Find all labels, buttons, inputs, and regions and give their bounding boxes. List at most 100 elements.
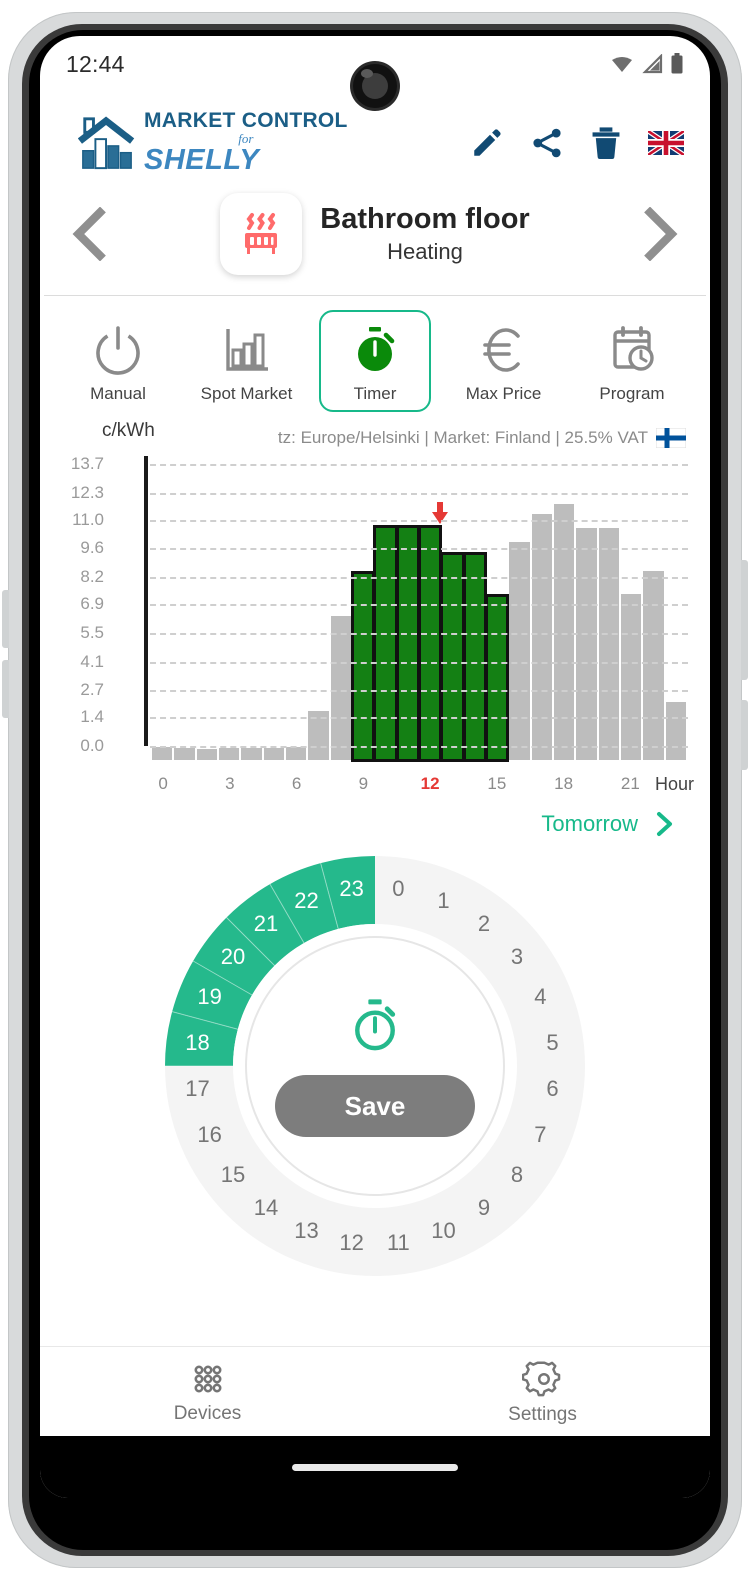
chart-bar[interactable] — [643, 570, 664, 760]
dial-hour-label[interactable]: 2 — [478, 911, 490, 937]
dial-hour-label[interactable]: 3 — [511, 944, 523, 970]
phone-volume-button[interactable] — [741, 560, 748, 680]
tab-program-label: Program — [599, 384, 665, 403]
dial-hour-label[interactable]: 0 — [392, 876, 404, 902]
nav-item-devices[interactable]: Devices — [40, 1359, 375, 1425]
wifi-icon — [612, 57, 632, 72]
chart-y-tick: 2.7 — [80, 680, 104, 700]
phone-power-button[interactable] — [741, 700, 748, 770]
dial-hour-label[interactable]: 1 — [437, 888, 449, 914]
prev-device-button[interactable] — [64, 207, 118, 261]
phone-side-button[interactable] — [2, 590, 9, 648]
chart-bar[interactable] — [417, 502, 449, 762]
gear-icon — [521, 1361, 560, 1396]
logo-line-1: MARKET CONTROL — [144, 109, 348, 132]
chart-gridline — [150, 746, 688, 748]
chart-bar[interactable] — [462, 552, 487, 762]
home-indicator[interactable] — [292, 1463, 458, 1471]
chart-market-info: tz: Europe/Helsinki | Market: Finland | … — [278, 428, 686, 448]
dial-hour-label[interactable]: 17 — [185, 1076, 209, 1102]
tomorrow-link[interactable]: Tomorrow — [40, 802, 710, 838]
chart-bar[interactable] — [620, 594, 642, 760]
dial-hour-label[interactable]: 16 — [197, 1122, 221, 1148]
chart-plot-area: 13.7 12.3 11.0 9.6 8.2 6.9 5.5 4.1 2.7 1.4 0.0 — [40, 454, 710, 768]
edit-icon[interactable] — [470, 126, 504, 160]
tomorrow-label: Tomorrow — [541, 811, 638, 836]
chart-bar[interactable] — [373, 525, 398, 762]
device-icon-tile[interactable] — [220, 193, 303, 275]
dial-hour-label[interactable]: 7 — [534, 1122, 546, 1148]
chart-bar[interactable] — [196, 748, 217, 760]
chart-bar[interactable] — [665, 702, 686, 760]
share-icon[interactable] — [530, 126, 564, 160]
chart-bar[interactable] — [576, 528, 597, 760]
dial-hour-label[interactable]: 11 — [387, 1230, 410, 1256]
dial-hour-label[interactable]: 21 — [254, 911, 278, 937]
euro-icon — [482, 328, 520, 372]
nav-item-settings-label: Settings — [508, 1403, 577, 1425]
dial-hour-label[interactable]: 13 — [294, 1218, 318, 1244]
chart-y-unit: c/kWh — [102, 420, 155, 441]
finland-flag-icon — [656, 428, 686, 448]
next-device-button[interactable] — [632, 207, 686, 261]
dial-hour-label[interactable]: 8 — [511, 1162, 523, 1188]
chart-bar[interactable] — [484, 594, 510, 762]
chart-y-axis: 13.7 12.3 11.0 9.6 8.2 6.9 5.5 4.1 2.7 1.4 0.0 — [40, 454, 146, 768]
dial-hour-label[interactable]: 15 — [221, 1162, 245, 1188]
timer-dial[interactable]: 0 1 2 3 4 5 6 7 8 9 10 11 12 13 14 15 16 17 18 19 20 21 22 23 S… — [165, 856, 585, 1276]
chart-bar[interactable] — [598, 528, 619, 760]
mode-tabs: Manual Spot Market Timer Max Price Progr… — [40, 296, 710, 418]
dial-hour-label[interactable]: 14 — [254, 1195, 278, 1221]
house-bars-logo-icon — [78, 115, 135, 169]
tab-manual[interactable]: Manual — [62, 310, 174, 412]
dial-hour-label[interactable]: 12 — [339, 1230, 363, 1256]
nav-item-settings[interactable]: Settings — [375, 1358, 710, 1426]
tab-max-price-label: Max Price — [465, 384, 542, 403]
chart-bar[interactable] — [330, 615, 351, 760]
dial-hour-label[interactable]: 10 — [431, 1218, 455, 1244]
chart-bar[interactable] — [218, 748, 240, 760]
logo-line-2: SHELLY — [144, 144, 260, 176]
app-logo-text: MARKET CONTROL for SHELLY — [144, 110, 348, 175]
chart-bar[interactable] — [531, 514, 552, 760]
chart-bar[interactable] — [350, 570, 376, 763]
tab-spot-market[interactable]: Spot Market — [191, 310, 303, 412]
chart-gridline — [150, 464, 688, 466]
chart-x-tick: 9 — [358, 774, 369, 793]
dial-hour-label[interactable]: 22 — [294, 888, 318, 914]
dial-hour-label[interactable]: 19 — [197, 984, 221, 1010]
dial-hour-label[interactable]: 6 — [546, 1076, 558, 1102]
device-names: Bathroom floor Heating — [320, 203, 529, 264]
tab-program[interactable]: Program — [576, 310, 688, 412]
chart-y-tick: 4.1 — [80, 651, 104, 671]
timer-dial-area: 0 1 2 3 4 5 6 7 8 9 10 11 12 13 14 15 16 17 18 19 20 21 22 23 S… — [40, 838, 710, 1284]
language-flag-icon[interactable] — [648, 130, 684, 155]
dial-hour-label[interactable]: 5 — [546, 1030, 558, 1056]
chart-bar[interactable] — [509, 541, 530, 760]
phone-side-button[interactable] — [2, 660, 9, 718]
chart-bar[interactable] — [440, 552, 465, 762]
tab-timer[interactable]: Timer — [319, 310, 431, 412]
save-button[interactable]: Save — [275, 1075, 475, 1137]
stopwatch-icon — [355, 999, 396, 1051]
chart-y-tick: 9.6 — [80, 538, 104, 558]
chart-bar[interactable] — [174, 747, 195, 760]
chart-y-tick: 6.9 — [80, 593, 104, 613]
chart-bar[interactable] — [263, 747, 284, 760]
dial-hour-label[interactable]: 20 — [221, 944, 245, 970]
chart-bar[interactable] — [395, 525, 420, 762]
chart-bar[interactable] — [285, 747, 307, 760]
chevron-right-icon — [657, 812, 672, 836]
delete-icon[interactable] — [590, 126, 622, 160]
chart-gridline — [150, 661, 688, 664]
calendar-clock-icon — [613, 326, 654, 371]
chart-bar[interactable] — [152, 747, 173, 760]
dial-hour-label[interactable]: 23 — [339, 876, 363, 902]
dial-hour-label[interactable]: 9 — [478, 1195, 490, 1221]
tab-max-price[interactable]: Max Price — [448, 310, 560, 412]
dial-hour-label[interactable]: 4 — [534, 984, 546, 1010]
chart-x-tick: 18 — [554, 774, 574, 793]
chart-bar[interactable] — [241, 748, 262, 760]
chart-y-tick: 11.0 — [72, 509, 104, 529]
dial-hour-label[interactable]: 18 — [185, 1030, 209, 1056]
